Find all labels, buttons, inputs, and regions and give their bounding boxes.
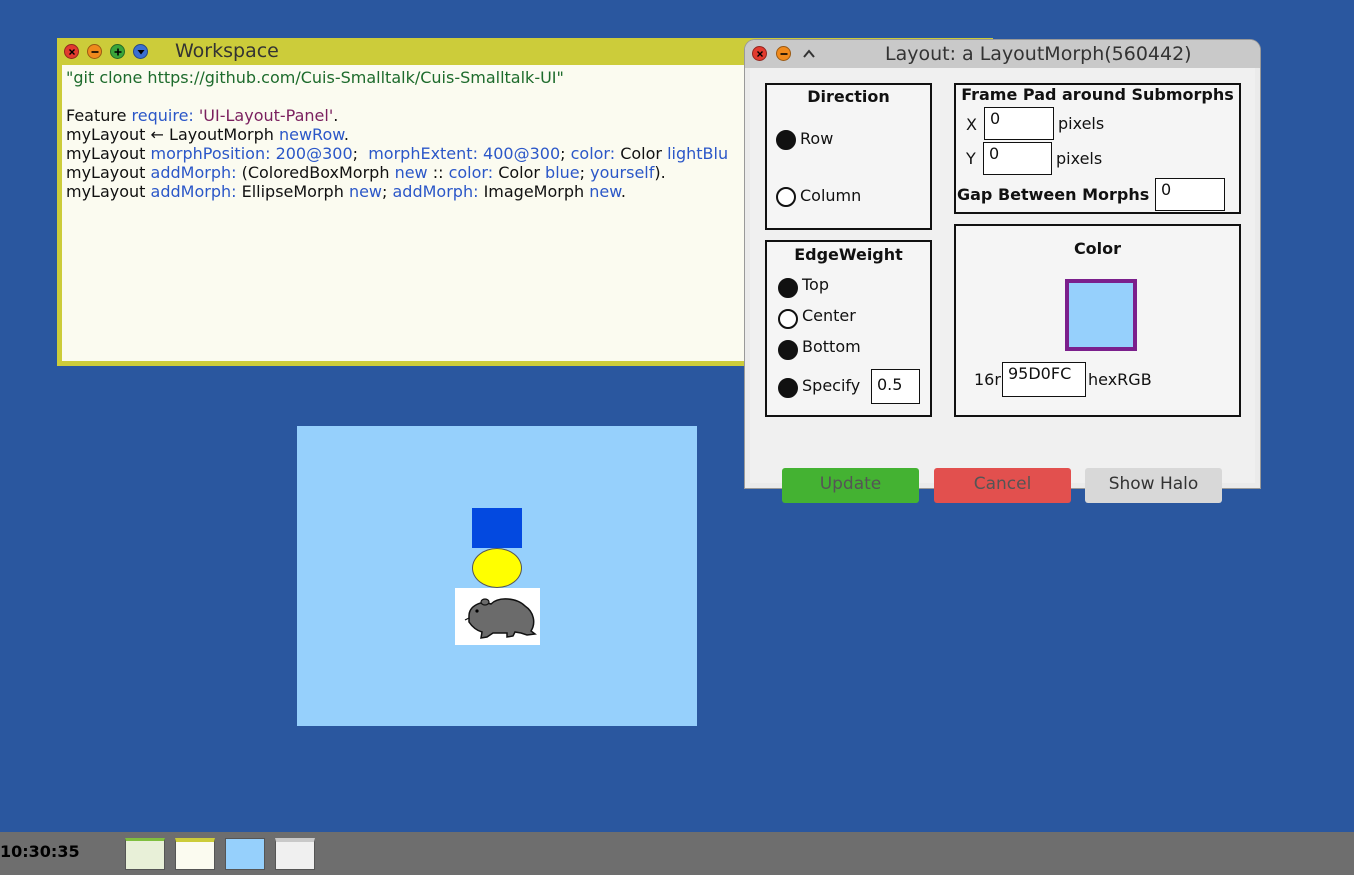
frame-pad-title: Frame Pad around Submorphs [961, 85, 1234, 104]
code-line: myLayout addMorph: EllipseMorph new; add… [66, 182, 626, 201]
edge-bottom-label: Bottom [802, 337, 861, 356]
pad-x-input[interactable]: 0 [984, 107, 1054, 140]
color-swatch[interactable] [1065, 279, 1137, 351]
edge-top-label: Top [802, 275, 829, 294]
color-title: Color [1073, 239, 1122, 258]
taskbar-thumb-layout-morph[interactable] [225, 838, 265, 870]
gap-label: Gap Between Morphs [957, 185, 1150, 204]
edge-specify-label: Specify [802, 376, 861, 395]
layout-dialog-body: Direction Row Column Frame Pad around Su… [750, 68, 1255, 503]
edge-specify-input[interactable]: 0.5 [871, 369, 920, 404]
layout-dialog[interactable]: Layout: a LayoutMorph(560442) Direction … [745, 40, 1260, 503]
frame-pad-panel: Frame Pad around Submorphs X 0 pixels Y … [954, 83, 1241, 214]
menu-icon[interactable] [133, 44, 148, 59]
direction-row-radio[interactable] [776, 130, 796, 150]
edge-center-label: Center [802, 306, 856, 325]
taskbar: 10:30:35 [0, 832, 1354, 875]
edge-specify-radio[interactable] [778, 378, 798, 398]
direction-panel: Direction Row Column [765, 83, 932, 230]
clock: 10:30:35 [0, 842, 80, 861]
update-button[interactable]: Update [782, 468, 919, 503]
minimize-icon[interactable] [87, 44, 102, 59]
code-line: myLayout addMorph: (ColoredBoxMorph new … [66, 163, 666, 182]
colored-box-morph[interactable] [472, 508, 522, 548]
edge-top-radio[interactable] [778, 278, 798, 298]
direction-title: Direction [807, 87, 890, 106]
direction-column-radio[interactable] [776, 187, 796, 207]
close-icon[interactable] [752, 46, 767, 61]
collapse-chevron-icon[interactable] [801, 46, 817, 62]
show-halo-button[interactable]: Show Halo [1085, 468, 1222, 503]
taskbar-thumb-workspace[interactable] [175, 838, 215, 870]
close-icon[interactable] [64, 44, 79, 59]
hex-input[interactable]: 95D0FC [1002, 362, 1086, 397]
layout-dialog-title: Layout: a LayoutMorph(560442) [885, 43, 1192, 65]
code-line: "git clone https://github.com/Cuis-Small… [66, 68, 564, 87]
layout-morph[interactable] [297, 426, 697, 726]
cancel-button[interactable]: Cancel [934, 468, 1071, 503]
code-line: Feature require: 'UI-Layout-Panel'. [66, 106, 339, 125]
layout-title-bar[interactable]: Layout: a LayoutMorph(560442) [745, 40, 1260, 68]
direction-row-label: Row [800, 129, 834, 148]
code-line: myLayout morphPosition: 200@300; morphEx… [66, 144, 729, 163]
edge-center-radio[interactable] [778, 309, 798, 329]
pad-y-label: Y [966, 149, 976, 168]
expand-icon[interactable] [110, 44, 125, 59]
taskbar-thumb-browser[interactable] [125, 838, 165, 870]
hex-prefix: 16r [974, 370, 1001, 389]
color-panel: Color 16r 95D0FC hexRGB [954, 224, 1241, 417]
hex-suffix: hexRGB [1088, 370, 1152, 389]
direction-column-label: Column [800, 186, 862, 205]
edge-weight-title: EdgeWeight [794, 245, 903, 264]
minimize-icon[interactable] [776, 46, 791, 61]
image-morph[interactable] [455, 588, 540, 645]
ellipse-morph[interactable] [472, 548, 522, 588]
rodent-icon [464, 598, 537, 639]
pad-y-unit: pixels [1056, 149, 1103, 168]
taskbar-thumb-layout-dialog[interactable] [275, 838, 315, 870]
pad-y-input[interactable]: 0 [983, 142, 1052, 175]
pad-x-unit: pixels [1058, 114, 1105, 133]
code-line: myLayout ← LayoutMorph newRow. [66, 125, 349, 144]
workspace-title: Workspace [175, 40, 279, 62]
pad-x-label: X [966, 115, 977, 134]
gap-input[interactable]: 0 [1155, 178, 1225, 211]
edge-bottom-radio[interactable] [778, 340, 798, 360]
edge-weight-panel: EdgeWeight Top Center Bottom Specify 0.5 [765, 240, 932, 417]
